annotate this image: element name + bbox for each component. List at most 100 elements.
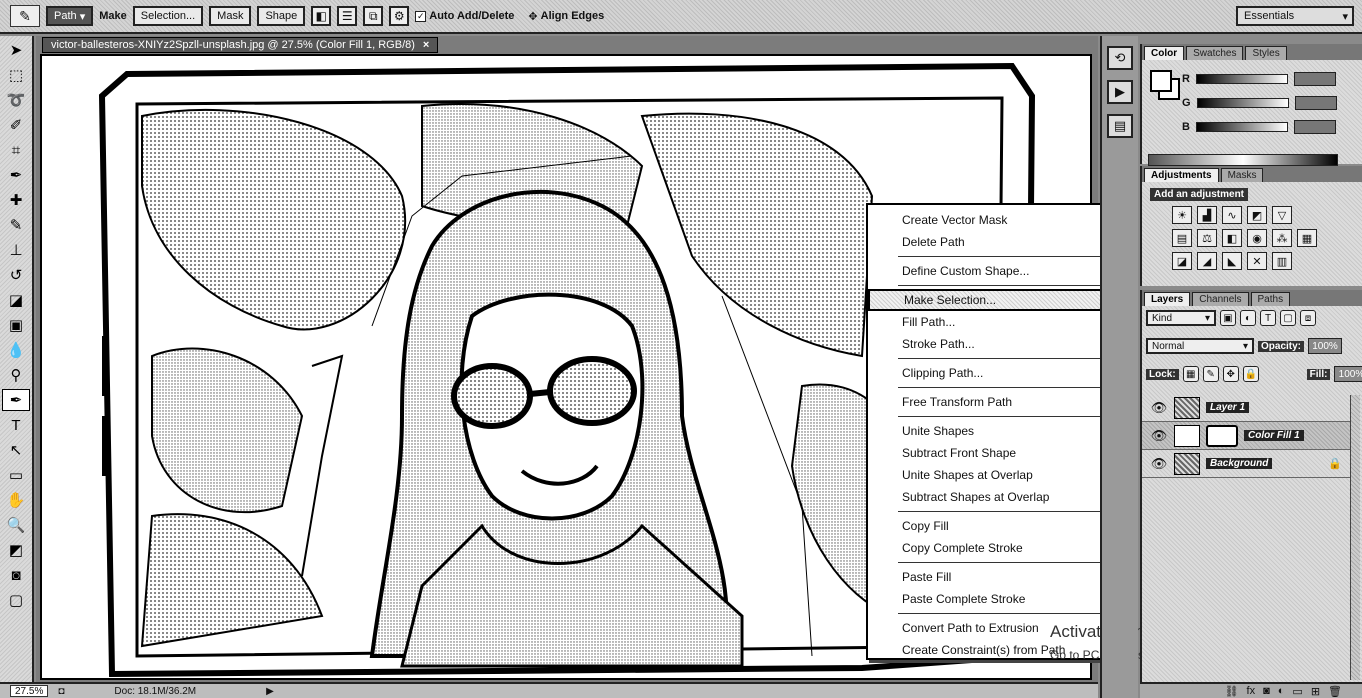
- workspace-switcher[interactable]: Essentials ▾: [1236, 6, 1354, 26]
- fill-field[interactable]: 100%: [1334, 366, 1362, 382]
- lock-transparent-icon[interactable]: ▦: [1182, 366, 1199, 382]
- new-layer-icon[interactable]: ⊞: [1311, 685, 1320, 698]
- quick-mask-icon[interactable]: ◙: [2, 564, 30, 586]
- color-ramp[interactable]: [1148, 154, 1338, 166]
- menu-item-free-transform-path[interactable]: Free Transform Path: [868, 391, 1118, 413]
- actions-panel-icon[interactable]: ▶: [1107, 80, 1133, 104]
- add-mask-icon[interactable]: ◙: [1263, 685, 1270, 697]
- gradient-tool-icon[interactable]: ▣: [2, 314, 30, 336]
- new-group-icon[interactable]: ▭: [1292, 685, 1302, 698]
- quick-selection-tool-icon[interactable]: ✐: [2, 114, 30, 136]
- auto-add-delete-checkbox[interactable]: ✓ Auto Add/Delete: [415, 10, 514, 22]
- menu-item-subtract-shapes-at-overlap[interactable]: Subtract Shapes at Overlap: [868, 486, 1118, 508]
- blue-slider[interactable]: [1195, 122, 1288, 132]
- type-filter-icon[interactable]: T: [1260, 310, 1276, 326]
- pen-tool-icon[interactable]: ✒: [2, 389, 30, 411]
- tab-masks[interactable]: Masks: [1220, 168, 1264, 182]
- menu-item-create-vector-mask[interactable]: Create Vector Mask: [868, 209, 1118, 231]
- pen-tool-icon[interactable]: ✎: [10, 5, 40, 27]
- foreground-color-swatch[interactable]: [1150, 70, 1172, 92]
- smart-filter-icon[interactable]: ⧈: [1300, 310, 1316, 326]
- move-tool-icon[interactable]: ➤: [2, 39, 30, 61]
- lock-position-icon[interactable]: ✥: [1222, 366, 1239, 382]
- layer-row-color-fill-1[interactable]: 👁 Color Fill 1: [1142, 422, 1350, 450]
- vibrance-icon[interactable]: ▽: [1272, 206, 1292, 224]
- make-mask-button[interactable]: Mask: [209, 6, 252, 26]
- hue-saturation-icon[interactable]: ▤: [1172, 229, 1192, 247]
- menu-item-define-custom-shape[interactable]: Define Custom Shape...: [868, 260, 1118, 282]
- align-edges-option[interactable]: ✥ Align Edges: [528, 10, 604, 23]
- selective-color-icon[interactable]: ▥: [1272, 252, 1292, 270]
- kind-filter-dropdown[interactable]: Kind ▾: [1146, 310, 1216, 326]
- dodge-tool-icon[interactable]: ⚲: [2, 364, 30, 386]
- type-tool-icon[interactable]: T: [2, 414, 30, 436]
- tab-paths[interactable]: Paths: [1250, 292, 1291, 306]
- layer-style-icon[interactable]: fx: [1247, 685, 1256, 697]
- path-alignment-icon[interactable]: ☰: [337, 6, 358, 26]
- blue-value-field[interactable]: [1293, 120, 1336, 134]
- history-brush-tool-icon[interactable]: ↺: [2, 264, 30, 286]
- shape-filter-icon[interactable]: ▢: [1280, 310, 1296, 326]
- posterize-icon[interactable]: ◢: [1197, 252, 1217, 270]
- eyedropper-tool-icon[interactable]: ✒: [2, 164, 30, 186]
- tab-swatches[interactable]: Swatches: [1186, 46, 1244, 60]
- gradient-map-icon[interactable]: ✕: [1247, 252, 1267, 270]
- threshold-icon[interactable]: ◣: [1222, 252, 1242, 270]
- blur-tool-icon[interactable]: 💧: [2, 339, 30, 361]
- vector-mask-thumbnail[interactable]: [1206, 424, 1238, 447]
- shape-tool-icon[interactable]: ▭: [2, 464, 30, 486]
- brightness-icon[interactable]: ☀: [1172, 206, 1192, 224]
- trash-icon[interactable]: 🗑: [1328, 685, 1342, 698]
- path-operations-icon[interactable]: ◧: [311, 6, 332, 26]
- crop-tool-icon[interactable]: ⌗: [2, 139, 30, 161]
- levels-icon[interactable]: ▟: [1197, 206, 1217, 224]
- healing-brush-tool-icon[interactable]: ✚: [2, 189, 30, 211]
- lock-all-icon[interactable]: 🔒: [1242, 366, 1259, 382]
- menu-item-paste-fill[interactable]: Paste Fill: [868, 566, 1118, 588]
- lasso-tool-icon[interactable]: ➰: [2, 89, 30, 111]
- tab-styles[interactable]: Styles: [1245, 46, 1287, 60]
- menu-item-clipping-path[interactable]: Clipping Path...: [868, 362, 1118, 384]
- green-slider[interactable]: [1196, 98, 1289, 108]
- layers-scrollbar[interactable]: [1350, 395, 1360, 680]
- layer-row-background[interactable]: 👁 Background 🔒: [1142, 450, 1350, 478]
- marquee-tool-icon[interactable]: ⬚: [2, 64, 30, 86]
- path-selection-tool-icon[interactable]: ↖: [2, 439, 30, 461]
- path-arrangement-icon[interactable]: ⧉: [363, 6, 384, 26]
- tab-adjustments[interactable]: Adjustments: [1144, 168, 1219, 182]
- tab-color[interactable]: Color: [1144, 46, 1185, 60]
- new-adjustment-icon[interactable]: ◐: [1278, 685, 1285, 697]
- clone-stamp-tool-icon[interactable]: ⊥: [2, 239, 30, 261]
- pixel-filter-icon[interactable]: ▣: [1220, 310, 1236, 326]
- black-white-icon[interactable]: ◧: [1222, 229, 1242, 247]
- menu-item-paste-complete-stroke[interactable]: Paste Complete Stroke: [868, 588, 1118, 610]
- photo-filter-icon[interactable]: ◉: [1247, 229, 1267, 247]
- color-balance-icon[interactable]: ⚖: [1197, 229, 1217, 247]
- invert-icon[interactable]: ◪: [1172, 252, 1192, 270]
- menu-item-make-selection[interactable]: Make Selection...: [868, 289, 1118, 311]
- eraser-tool-icon[interactable]: ◪: [2, 289, 30, 311]
- menu-item-delete-path[interactable]: Delete Path: [868, 231, 1118, 253]
- close-icon[interactable]: ×: [423, 39, 429, 51]
- make-selection-button[interactable]: Selection...: [132, 6, 204, 26]
- menu-item-copy-complete-stroke[interactable]: Copy Complete Stroke: [868, 537, 1118, 559]
- curves-icon[interactable]: ∿: [1222, 206, 1242, 224]
- menu-item-copy-fill[interactable]: Copy Fill: [868, 515, 1118, 537]
- zoom-level[interactable]: 27.5%: [10, 685, 49, 697]
- document-tab[interactable]: victor-ballesteros-XNIYz2Spzll-unsplash.…: [42, 37, 439, 53]
- gear-icon[interactable]: ⚙: [389, 6, 410, 26]
- foreground-background-color-icon[interactable]: ◩: [2, 539, 30, 561]
- exposure-icon[interactable]: ◩: [1247, 206, 1267, 224]
- tab-layers[interactable]: Layers: [1144, 292, 1191, 306]
- red-slider[interactable]: [1195, 74, 1288, 84]
- layer-row-layer-1[interactable]: 👁 Layer 1: [1142, 394, 1350, 422]
- channel-mixer-icon[interactable]: ⁂: [1272, 229, 1292, 247]
- red-value-field[interactable]: [1293, 72, 1336, 86]
- eye-icon[interactable]: 👁: [1150, 456, 1168, 472]
- menu-item-fill-path[interactable]: Fill Path...: [868, 311, 1118, 333]
- tab-channels[interactable]: Channels: [1192, 292, 1249, 306]
- zoom-tool-icon[interactable]: 🔍: [2, 514, 30, 536]
- green-value-field[interactable]: [1294, 96, 1337, 110]
- properties-panel-icon[interactable]: ▤: [1107, 114, 1133, 138]
- link-layers-icon[interactable]: ⛓: [1225, 685, 1239, 698]
